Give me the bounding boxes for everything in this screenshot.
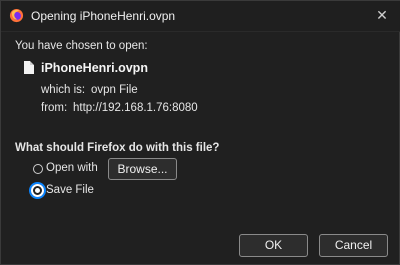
cancel-button[interactable]: Cancel (319, 234, 388, 257)
action-question: What should Firefox do with this file? (15, 142, 220, 154)
file-source-label: from: (41, 102, 68, 114)
open-with-label[interactable]: Open with (46, 162, 98, 174)
download-dialog: Opening iPhoneHenri.ovpn ✕ You have chos… (0, 0, 400, 265)
file-source-value: http://192.168.1.76:8080 (73, 102, 198, 114)
open-with-radio[interactable] (33, 164, 43, 174)
window-title: Opening iPhoneHenri.ovpn (31, 9, 176, 23)
intro-text: You have chosen to open: (15, 40, 148, 52)
title-bar: Opening iPhoneHenri.ovpn ✕ (1, 1, 400, 32)
browse-button[interactable]: Browse... (108, 158, 177, 180)
file-name: iPhoneHenri.ovpn (41, 61, 148, 75)
file-type-value: ovpn File (91, 84, 138, 96)
file-icon (24, 61, 34, 74)
firefox-icon (9, 8, 24, 23)
file-type-label: which is: (41, 84, 86, 96)
ok-button[interactable]: OK (239, 234, 308, 257)
save-file-radio[interactable] (31, 184, 44, 197)
close-icon[interactable]: ✕ (373, 6, 391, 24)
save-file-label[interactable]: Save File (46, 184, 94, 196)
